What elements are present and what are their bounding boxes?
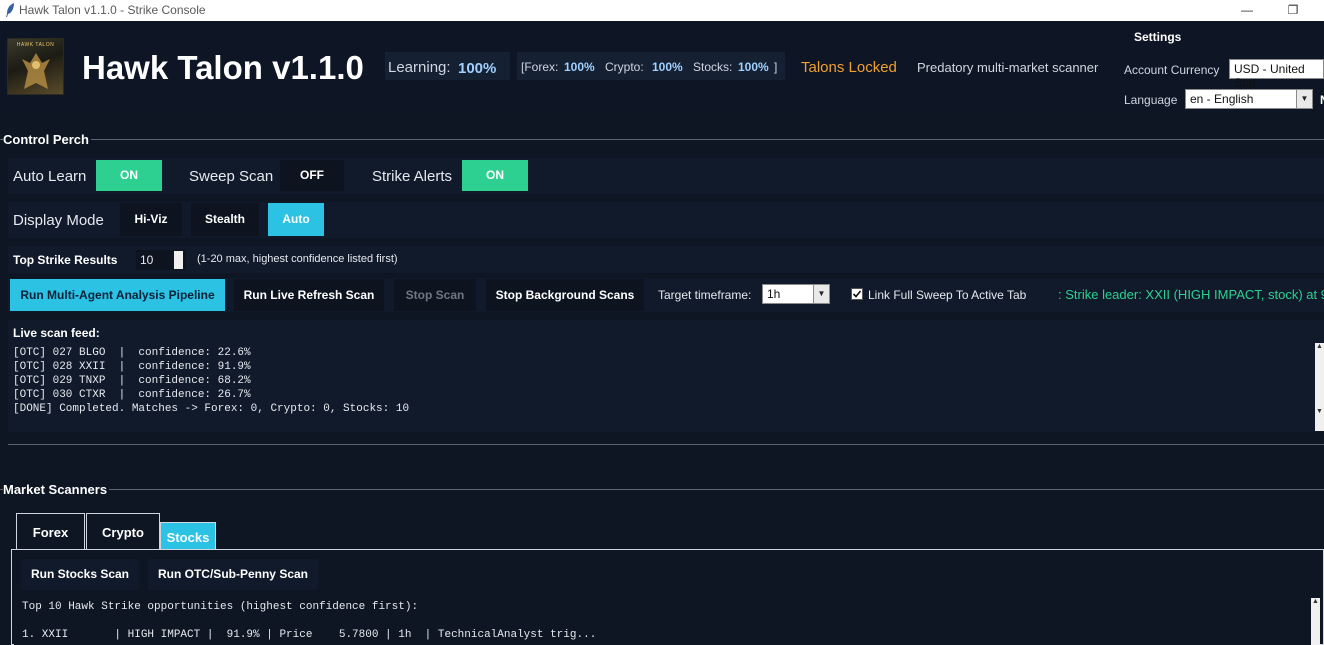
auto-learn-toggle[interactable]: ON — [96, 160, 162, 191]
stop-background-button[interactable]: Stop Background Scans — [486, 279, 644, 311]
forex-label: [Forex: — [521, 60, 559, 74]
results-panel: Top 10 Hawk Strike opportunities (highes… — [14, 596, 1314, 645]
bracket-close: ] — [774, 60, 778, 74]
crypto-label: Crypto: — [605, 60, 644, 74]
logo-text: HAWK TALON — [16, 42, 55, 48]
scroll-up-icon[interactable]: ▲ — [1315, 343, 1324, 350]
spinbox-arrows-icon[interactable] — [174, 251, 183, 269]
chevron-down-icon: ▼ — [813, 285, 829, 303]
window-titlebar: Hawk Talon v1.1.0 - Strike Console — ❐ — [0, 0, 1324, 21]
account-currency-value: USD - United Stat — [1234, 62, 1305, 90]
language-value: en - English — [1190, 92, 1254, 106]
app-header: HAWK TALON Hawk Talon v1.1.0 Learning: 1… — [0, 21, 1324, 113]
learning-indicator: Learning: 100% — [385, 52, 510, 80]
tab-stocks[interactable]: Stocks — [160, 522, 216, 550]
feed-line: [OTC] 027 BLGO | confidence: 22.6% — [13, 347, 251, 359]
account-currency-select[interactable]: USD - United Stat — [1229, 59, 1324, 90]
timeframe-value: 1h — [767, 287, 781, 301]
tagline: Predatory multi-market scanner — [917, 60, 1099, 75]
tab-crypto[interactable]: Crypto — [86, 513, 160, 550]
live-refresh-button[interactable]: Run Live Refresh Scan — [234, 279, 384, 311]
top-results-spinbox[interactable]: 10 — [136, 250, 186, 270]
settings-title: Settings — [1134, 30, 1182, 44]
status-label: Talons Locked — [801, 59, 897, 76]
stocks-label: Stocks: — [693, 60, 733, 74]
feed-divider — [8, 444, 1324, 445]
restore-button[interactable]: ❐ — [1270, 0, 1316, 21]
forex-value: 100% — [564, 60, 595, 74]
top-results-label: Top Strike Results — [13, 253, 118, 267]
display-mode-label: Display Mode — [13, 212, 104, 229]
scroll-up-icon[interactable]: ▲ — [1311, 598, 1320, 605]
feed-line: [DONE] Completed. Matches -> Forex: 0, C… — [13, 403, 410, 415]
display-mode-auto[interactable]: Auto — [268, 203, 324, 236]
results-scrollbar[interactable]: ▲ — [1311, 598, 1320, 645]
section-divider — [0, 489, 1324, 490]
auto-learn-label: Auto Learn — [13, 168, 87, 185]
display-mode-stealth[interactable]: Stealth — [191, 203, 259, 236]
feed-line: [OTC] 029 TNXP | confidence: 68.2% — [13, 375, 251, 387]
result-row: 1. XXII | HIGH IMPACT | 91.9% | Price 5.… — [22, 629, 597, 641]
display-mode-hiviz[interactable]: Hi-Viz — [120, 203, 182, 236]
control-perch-title: Control Perch — [3, 132, 91, 147]
checkmark-icon — [852, 290, 862, 298]
stocks-value: 100% — [738, 60, 769, 74]
market-learning-breakdown: [Forex: 100% Crypto: 100% Stocks: 100% ] — [517, 52, 785, 80]
hawk-figure-icon — [22, 53, 50, 89]
minimize-icon: — — [1241, 3, 1253, 17]
feed-scrollbar[interactable]: ▲ ▼ — [1315, 343, 1324, 431]
language-label: Language — [1124, 93, 1178, 107]
feed-line: [OTC] 028 XXII | confidence: 91.9% — [13, 361, 251, 373]
overflow-label: N — [1320, 93, 1324, 107]
hawk-talon-logo: HAWK TALON — [7, 38, 64, 95]
feed-line: [OTC] 030 CTXR | confidence: 26.7% — [13, 389, 251, 401]
top-results-value: 10 — [140, 253, 154, 267]
tab-forex[interactable]: Forex — [16, 513, 85, 550]
app-title: Hawk Talon v1.1.0 — [82, 49, 364, 86]
top-results-hint: (1-20 max, highest confidence listed fir… — [197, 253, 398, 265]
window-title: Hawk Talon v1.1.0 - Strike Console — [19, 3, 206, 17]
minimize-button[interactable]: — — [1224, 0, 1270, 21]
section-divider — [0, 139, 1324, 140]
feather-icon — [6, 3, 14, 17]
account-currency-label: Account Currency — [1124, 63, 1220, 77]
sweep-scan-label: Sweep Scan — [189, 168, 274, 185]
strike-alerts-label: Strike Alerts — [372, 168, 453, 185]
live-feed-log: [OTC] 027 BLGO | confidence: 22.6% [OTC]… — [13, 346, 409, 416]
timeframe-select[interactable]: 1h ▼ — [762, 284, 830, 304]
link-sweep-checkbox[interactable] — [851, 288, 863, 300]
strike-alerts-toggle[interactable]: ON — [462, 160, 528, 191]
restore-icon: ❐ — [1287, 3, 1299, 17]
live-feed-title: Live scan feed: — [13, 326, 100, 340]
sweep-scan-toggle[interactable]: OFF — [280, 160, 344, 191]
language-select[interactable]: en - English ▼ — [1185, 89, 1313, 109]
learning-label: Learning: — [388, 59, 451, 76]
run-otc-scan-button[interactable]: Run OTC/Sub-Penny Scan — [148, 559, 318, 590]
chevron-down-icon: ▼ — [1296, 90, 1312, 108]
link-sweep-label: Link Full Sweep To Active Tab — [868, 288, 1027, 302]
scroll-down-icon[interactable]: ▼ — [1315, 408, 1324, 415]
market-scanners-title: Market Scanners — [3, 482, 110, 497]
crypto-value: 100% — [652, 60, 683, 74]
results-header: Top 10 Hawk Strike opportunities (highes… — [22, 601, 419, 613]
stop-scan-button[interactable]: Stop Scan — [394, 279, 476, 311]
timeframe-label: Target timeframe: — [658, 288, 752, 302]
learning-value: 100% — [458, 60, 497, 77]
run-pipeline-button[interactable]: Run Multi-Agent Analysis Pipeline — [10, 279, 225, 311]
strike-leader-text: : Strike leader: XXII (HIGH IMPACT, stoc… — [1058, 287, 1324, 302]
run-stocks-scan-button[interactable]: Run Stocks Scan — [21, 559, 139, 590]
